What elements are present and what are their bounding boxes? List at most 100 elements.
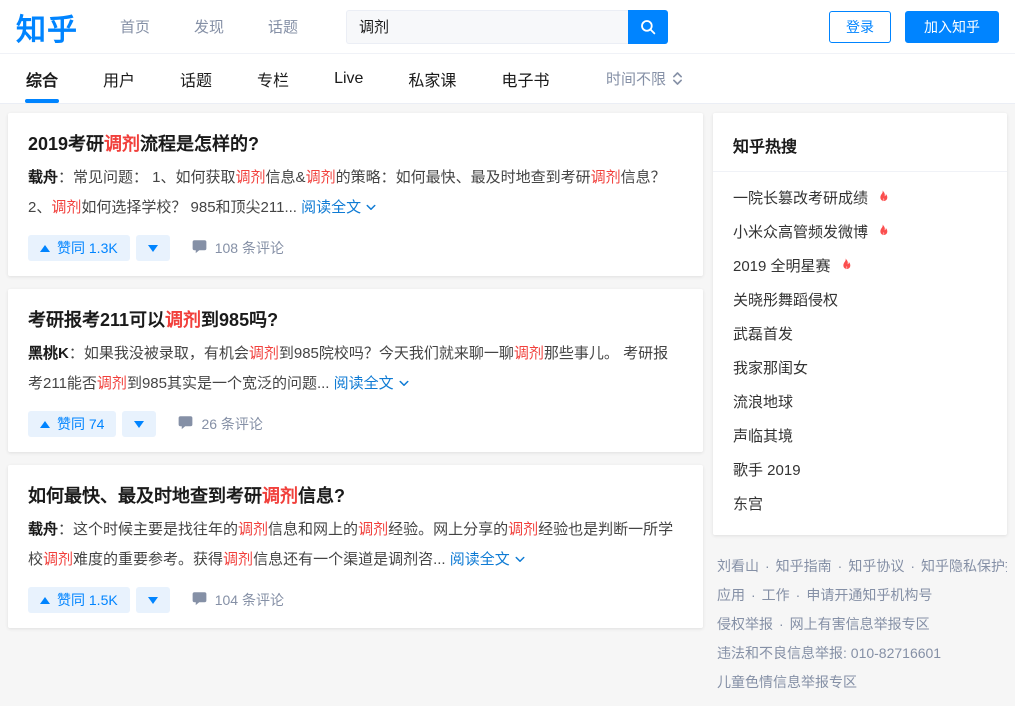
flame-icon [876, 190, 889, 205]
login-button[interactable]: 登录 [829, 11, 891, 43]
highlighted-keyword: 调剂 [51, 199, 81, 216]
footer-separator: · [838, 558, 843, 574]
triangle-down-icon [134, 421, 144, 428]
tab-7[interactable]: 电子书 [501, 54, 549, 103]
upvote-button[interactable]: 赞同 74 [28, 411, 116, 437]
triangle-down-icon [148, 597, 158, 604]
footer-link[interactable]: 申请开通知乎机构号 [806, 587, 932, 603]
footer-link[interactable]: 知乎隐私保护指引 [921, 558, 1007, 574]
read-more-link[interactable]: 阅读全文 [297, 199, 377, 216]
result-card: 如何最快、最及时地查到考研调剂信息?载舟：这个时候主要是找往年的调剂信息和网上的… [8, 465, 703, 628]
hot-search-label: 流浪地球 [733, 391, 793, 412]
upvote-label: 赞同 74 [57, 414, 104, 434]
nav-item-discover[interactable]: 发现 [194, 16, 224, 37]
downvote-button[interactable] [136, 587, 170, 613]
hot-search-item[interactable]: 2019 全明星赛 [733, 255, 987, 276]
highlighted-keyword: 调剂 [249, 345, 279, 362]
author-name[interactable]: 载舟 [28, 169, 58, 186]
page-content: 2019考研调剂流程是怎样的?载舟：常见问题： 1、如何获取调剂信息&调剂的策略… [0, 104, 1015, 706]
result-excerpt: 黑桃K：如果我没被录取，有机会调剂到985院校吗？今天我们就来聊一聊调剂那些事儿… [28, 339, 683, 400]
highlighted-keyword: 调剂 [97, 375, 127, 392]
footer-line: 刘看山·知乎指南·知乎协议·知乎隐私保护指引 [717, 552, 1007, 581]
comments-count: 104 条评论 [215, 590, 284, 610]
text-fragment: 信息和网上的 [268, 521, 358, 538]
footer-link[interactable]: 工作 [762, 587, 790, 603]
highlighted-keyword: 调剂 [104, 134, 140, 154]
footer-link[interactable]: 儿童色情信息举报专区 [717, 674, 857, 690]
highlighted-keyword: 调剂 [262, 486, 298, 506]
time-filter-dropdown[interactable]: 时间不限 [606, 68, 683, 89]
author-name[interactable]: 载舟 [28, 521, 58, 538]
result-excerpt: 载舟：常见问题： 1、如何获取调剂信息&调剂的策略：如何最快、最及时地查到考研调… [28, 163, 683, 224]
auth-buttons: 登录 加入知乎 [829, 11, 999, 43]
text-fragment: 经验。网上分享的 [388, 521, 508, 538]
footer-link[interactable]: 网上有害信息举报专区 [790, 616, 930, 632]
footer-separator: · [779, 616, 784, 632]
zhihu-logo[interactable]: 知乎 [16, 5, 78, 49]
result-title[interactable]: 考研报考211可以调剂到985吗? [28, 307, 683, 333]
text-fragment: 流程是怎样的? [140, 134, 259, 154]
read-more-link[interactable]: 阅读全文 [329, 375, 409, 392]
highlighted-keyword: 调剂 [223, 551, 253, 568]
hot-search-item[interactable]: 关晓彤舞蹈侵权 [733, 289, 987, 310]
footer-line: 应用·工作·申请开通知乎机构号 [717, 581, 1007, 610]
comments-link[interactable]: 108 条评论 [192, 238, 284, 258]
triangle-up-icon [40, 421, 50, 428]
result-actions: 赞同 1.3K 108 条评论 [28, 235, 683, 261]
author-name[interactable]: 黑桃K [28, 345, 69, 362]
hot-search-item[interactable]: 流浪地球 [733, 391, 987, 412]
hot-search-item[interactable]: 东宫 [733, 493, 987, 514]
footer-link[interactable]: 刘看山 [717, 558, 759, 574]
hot-search-item[interactable]: 歌手 2019 [733, 459, 987, 480]
chevron-down-icon [514, 546, 526, 576]
highlighted-keyword: 调剂 [43, 551, 73, 568]
footer-link[interactable]: 知乎协议 [848, 558, 904, 574]
time-filter-label: 时间不限 [606, 68, 666, 89]
nav-item-home[interactable]: 首页 [120, 16, 150, 37]
search-button[interactable] [628, 10, 668, 44]
highlighted-keyword: 调剂 [591, 169, 621, 186]
result-title[interactable]: 2019考研调剂流程是怎样的? [28, 131, 683, 157]
hot-search-item[interactable]: 小米众高管频发微博 [733, 221, 987, 242]
text-fragment: 2019考研 [28, 134, 104, 154]
highlighted-keyword: 调剂 [306, 169, 336, 186]
tab-6[interactable]: 私家课 [408, 54, 456, 103]
result-actions: 赞同 74 26 条评论 [28, 411, 683, 437]
downvote-button[interactable] [122, 411, 156, 437]
flame-icon [839, 258, 852, 273]
footer-separator: · [765, 558, 770, 574]
upvote-label: 赞同 1.5K [57, 590, 118, 610]
text-fragment: 难度的重要参考。获得 [73, 551, 223, 568]
tab-1[interactable]: 综合 [26, 54, 58, 103]
upvote-button[interactable]: 赞同 1.3K [28, 235, 130, 261]
hot-search-item[interactable]: 声临其境 [733, 425, 987, 446]
highlighted-keyword: 调剂 [238, 521, 268, 538]
result-card: 考研报考211可以调剂到985吗? 黑桃K：如果我没被录取，有机会调剂到985院校… [8, 289, 703, 452]
upvote-button[interactable]: 赞同 1.5K [28, 587, 130, 613]
text-fragment: 到985其实是一个宽泛的问题... [127, 375, 330, 392]
join-button[interactable]: 加入知乎 [905, 11, 999, 43]
nav-item-topics[interactable]: 话题 [268, 16, 298, 37]
hot-search-item[interactable]: 武磊首发 [733, 323, 987, 344]
tab-5[interactable]: Live [334, 54, 363, 103]
highlighted-keyword: 调剂 [514, 345, 544, 362]
footer-link[interactable]: 侵权举报 [717, 616, 773, 632]
highlighted-keyword: 调剂 [236, 169, 266, 186]
read-more-link[interactable]: 阅读全文 [446, 551, 526, 568]
result-title[interactable]: 如何最快、最及时地查到考研调剂信息? [28, 483, 683, 509]
hot-search-item[interactable]: 一院长篡改考研成绩 [733, 187, 987, 208]
footer-link[interactable]: 应用 [717, 587, 745, 603]
comments-link[interactable]: 104 条评论 [192, 590, 284, 610]
downvote-button[interactable] [136, 235, 170, 261]
text-fragment: 如何选择学校？ 985和顶尖211... [81, 199, 297, 216]
hot-search-label: 歌手 2019 [733, 459, 801, 480]
footer-link[interactable]: 知乎指南 [776, 558, 832, 574]
tab-2[interactable]: 用户 [103, 54, 135, 103]
tab-4[interactable]: 专栏 [257, 54, 289, 103]
comments-link[interactable]: 26 条评论 [178, 414, 262, 434]
search-icon [639, 18, 657, 36]
search-input[interactable] [346, 10, 628, 44]
hot-search-item[interactable]: 我家那闺女 [733, 357, 987, 378]
tab-3[interactable]: 话题 [180, 54, 212, 103]
footer-link[interactable]: 违法和不良信息举报: 010-82716601 [717, 645, 941, 661]
